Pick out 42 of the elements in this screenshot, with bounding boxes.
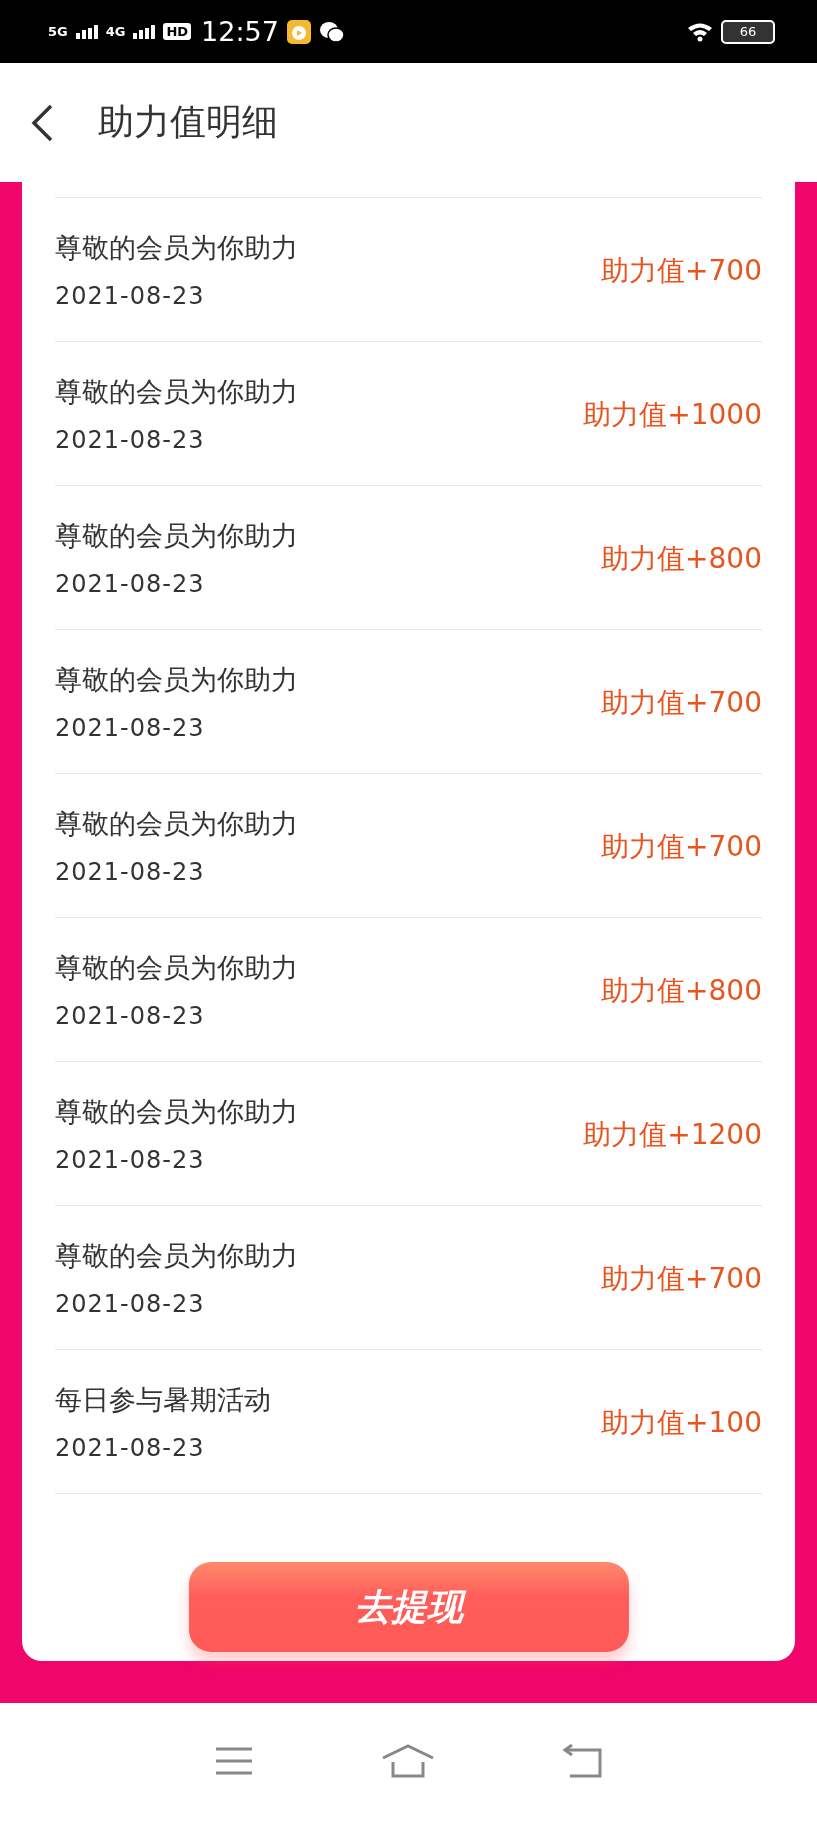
record-date: 2021-08-23 [55, 1289, 206, 1318]
record-title: 尊敬的会员为你助力 [55, 374, 298, 409]
record-date: 2021-08-23 [55, 1001, 206, 1030]
record-amount: 助力值+800 [601, 540, 762, 577]
hd-badge: HD [163, 23, 192, 40]
record-title: 尊敬的会员为你助力 [55, 518, 298, 553]
record-amount: 助力值+800 [601, 972, 762, 1009]
record-date: 2021-08-23 [55, 425, 206, 454]
record-amount: 助力值+1000 [583, 396, 762, 433]
withdraw-button[interactable]: 去提现 [188, 1562, 629, 1652]
record-date: 2021-08-23 [55, 281, 206, 310]
battery-icon: 66 [721, 19, 775, 44]
menu-icon[interactable] [213, 1746, 254, 1776]
record-amount: 助力值+700 [601, 1260, 762, 1297]
record-title: 尊敬的会员为你助力 [55, 1238, 298, 1273]
signal-label: 5G [48, 24, 68, 39]
record-title: 尊敬的会员为你助力 [55, 1094, 298, 1129]
record-amount: 助力值+700 [601, 252, 762, 289]
record-date: 2021-08-23 [55, 1145, 206, 1174]
signal-label: 4G [105, 24, 126, 39]
record-date: 2021-08-23 [55, 569, 206, 598]
record-date: 2021-08-23 [55, 713, 206, 742]
back-icon[interactable] [30, 103, 54, 142]
home-icon[interactable] [380, 1744, 435, 1778]
signal-icon [133, 24, 156, 39]
status-time: 12:57 [201, 16, 279, 47]
record-date: 2021-08-23 [55, 857, 206, 886]
record-title: 尊敬的会员为你助力 [55, 806, 298, 841]
wifi-icon [687, 21, 713, 42]
page-title: 助力值明细 [98, 100, 278, 144]
record-amount: 助力值+700 [601, 684, 762, 721]
chat-icon [318, 19, 345, 44]
record-amount: 助力值+100 [601, 1404, 762, 1441]
record-date: 2021-08-23 [55, 1433, 206, 1462]
signal-icon [75, 24, 98, 39]
app-icon [286, 19, 311, 44]
record-title: 尊敬的会员为你助力 [55, 950, 298, 985]
record-amount: 助力值+700 [601, 828, 762, 865]
record-amount: 助力值+1200 [583, 1116, 762, 1153]
record-title: 尊敬的会员为你助力 [55, 230, 298, 265]
record-title: 尊敬的会员为你助力 [55, 662, 298, 697]
record-title: 每日参与暑期活动 [55, 1382, 271, 1417]
